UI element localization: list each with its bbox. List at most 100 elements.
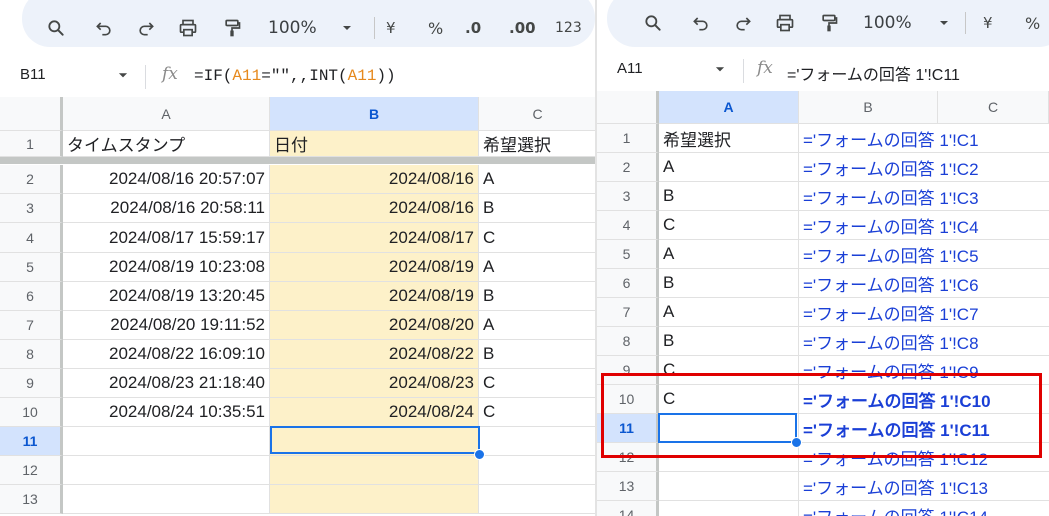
cell-b[interactable]: ='フォームの回答 1'!C10 bbox=[799, 385, 1049, 414]
cell-a[interactable]: 2024/08/16 20:58:11 bbox=[63, 194, 270, 223]
cell-b[interactable]: ='フォームの回答 1'!C5 bbox=[799, 240, 1049, 269]
frozen-row-divider[interactable] bbox=[0, 159, 597, 164]
cell-b[interactable]: ='フォームの回答 1'!C8 bbox=[799, 327, 1049, 356]
cell-b[interactable]: 2024/08/24 bbox=[270, 398, 479, 427]
currency-format-button[interactable]: ¥ bbox=[983, 8, 993, 38]
redo-icon[interactable] bbox=[733, 8, 753, 38]
row-header[interactable]: 2 bbox=[597, 153, 659, 182]
cell-b[interactable]: ='フォームの回答 1'!C6 bbox=[799, 269, 1049, 298]
cell-c[interactable]: C bbox=[479, 369, 597, 398]
zoom-select[interactable]: 100% bbox=[863, 8, 952, 38]
cell-a[interactable]: A bbox=[659, 240, 799, 269]
cell-b[interactable]: 2024/08/20 bbox=[270, 311, 479, 340]
formula-input[interactable]: =IF(A11="",,INT(A11)) bbox=[194, 67, 396, 85]
cell-c[interactable]: B bbox=[479, 194, 597, 223]
row-header[interactable]: 7 bbox=[597, 298, 659, 327]
row-header[interactable]: 8 bbox=[597, 327, 659, 356]
cell-c[interactable] bbox=[479, 456, 597, 485]
cell-c[interactable]: A bbox=[479, 253, 597, 282]
cell-c[interactable]: B bbox=[479, 340, 597, 369]
column-header-a[interactable]: A bbox=[659, 91, 799, 124]
number-format-button[interactable]: 123 bbox=[555, 13, 582, 43]
row-header[interactable]: 5 bbox=[0, 253, 63, 282]
row-header[interactable]: 10 bbox=[0, 398, 63, 427]
cell-a[interactable]: C bbox=[659, 385, 799, 414]
select-all-corner[interactable] bbox=[0, 97, 63, 131]
cell-a[interactable]: 2024/08/19 13:20:45 bbox=[63, 282, 270, 311]
row-header[interactable]: 12 bbox=[597, 443, 659, 472]
cell-b[interactable]: ='フォームの回答 1'!C13 bbox=[799, 472, 1049, 501]
row-header[interactable]: 1 bbox=[597, 124, 659, 153]
row-header[interactable]: 12 bbox=[0, 456, 63, 485]
cell-a[interactable] bbox=[63, 485, 270, 514]
cell-b[interactable]: 2024/08/19 bbox=[270, 253, 479, 282]
cell-a[interactable]: B bbox=[659, 182, 799, 211]
cell-b[interactable]: ='フォームの回答 1'!C4 bbox=[799, 211, 1049, 240]
name-box[interactable]: A11 bbox=[617, 60, 727, 77]
cell-b[interactable]: ='フォームの回答 1'!C1 bbox=[799, 124, 1049, 153]
cell-b[interactable]: 2024/08/17 bbox=[270, 223, 479, 253]
column-header-b[interactable]: B bbox=[799, 91, 938, 124]
cell-b[interactable]: ='フォームの回答 1'!C9 bbox=[799, 356, 1049, 385]
cell-b[interactable]: 日付 bbox=[270, 131, 479, 157]
cell-a[interactable] bbox=[63, 456, 270, 485]
currency-format-button[interactable]: ¥ bbox=[386, 13, 396, 43]
print-icon[interactable] bbox=[178, 13, 198, 43]
cell-c[interactable]: A bbox=[479, 165, 597, 194]
row-header[interactable]: 3 bbox=[0, 194, 63, 223]
cell-b[interactable] bbox=[270, 427, 479, 456]
cell-b[interactable] bbox=[270, 485, 479, 514]
cell-a[interactable]: 2024/08/16 20:57:07 bbox=[63, 165, 270, 194]
cell-a[interactable]: A bbox=[659, 153, 799, 182]
cell-c[interactable]: A bbox=[479, 311, 597, 340]
row-header[interactable]: 11 bbox=[0, 427, 63, 456]
cell-b[interactable]: 2024/08/16 bbox=[270, 165, 479, 194]
paint-format-icon[interactable] bbox=[222, 13, 242, 43]
cell-a[interactable]: C bbox=[659, 356, 799, 385]
cell-a[interactable]: B bbox=[659, 327, 799, 356]
paint-format-icon[interactable] bbox=[819, 8, 839, 38]
cell-b[interactable]: ='フォームの回答 1'!C11 bbox=[799, 414, 1049, 443]
cell-a[interactable]: タイムスタンプ bbox=[63, 131, 270, 157]
column-header-c[interactable]: C bbox=[938, 91, 1049, 124]
row-header[interactable]: 13 bbox=[597, 472, 659, 501]
cell-c[interactable] bbox=[479, 485, 597, 514]
cell-c[interactable]: C bbox=[479, 398, 597, 427]
search-icon[interactable] bbox=[46, 13, 66, 43]
cell-b[interactable]: 2024/08/19 bbox=[270, 282, 479, 311]
row-header[interactable]: 2 bbox=[0, 165, 63, 194]
redo-icon[interactable] bbox=[136, 13, 156, 43]
row-header[interactable]: 6 bbox=[597, 269, 659, 298]
decrease-decimal-button[interactable]: .0 bbox=[465, 13, 481, 43]
row-header[interactable]: 8 bbox=[0, 340, 63, 369]
cell-a[interactable] bbox=[659, 472, 799, 501]
fill-handle[interactable] bbox=[791, 437, 802, 448]
cell-a[interactable]: 希望選択 bbox=[659, 124, 799, 153]
cell-b[interactable]: ='フォームの回答 1'!C14 bbox=[799, 501, 1049, 516]
percent-format-button[interactable]: % bbox=[428, 13, 443, 43]
zoom-select[interactable]: 100% bbox=[268, 13, 355, 43]
fill-handle[interactable] bbox=[474, 449, 485, 460]
undo-icon[interactable] bbox=[94, 13, 114, 43]
increase-decimal-button[interactable]: .00 bbox=[509, 13, 536, 43]
cell-a[interactable] bbox=[63, 427, 270, 456]
cell-a[interactable]: A bbox=[659, 298, 799, 327]
cell-b[interactable] bbox=[270, 456, 479, 485]
row-header[interactable]: 11 bbox=[597, 414, 659, 443]
cell-a[interactable]: 2024/08/24 10:35:51 bbox=[63, 398, 270, 427]
cell-a[interactable]: C bbox=[659, 211, 799, 240]
cell-b[interactable]: ='フォームの回答 1'!C2 bbox=[799, 153, 1049, 182]
column-header-c[interactable]: C bbox=[479, 97, 597, 131]
cell-c[interactable]: C bbox=[479, 223, 597, 253]
select-all-corner[interactable] bbox=[597, 91, 659, 124]
row-header[interactable]: 1 bbox=[0, 131, 63, 157]
cell-a[interactable]: 2024/08/20 19:11:52 bbox=[63, 311, 270, 340]
row-header[interactable]: 4 bbox=[0, 223, 63, 253]
cell-a[interactable]: 2024/08/22 16:09:10 bbox=[63, 340, 270, 369]
row-header[interactable]: 3 bbox=[597, 182, 659, 211]
row-header[interactable]: 9 bbox=[597, 356, 659, 385]
row-header[interactable]: 10 bbox=[597, 385, 659, 414]
row-header[interactable]: 5 bbox=[597, 240, 659, 269]
cell-a[interactable]: B bbox=[659, 269, 799, 298]
column-header-b[interactable]: B bbox=[270, 97, 479, 131]
